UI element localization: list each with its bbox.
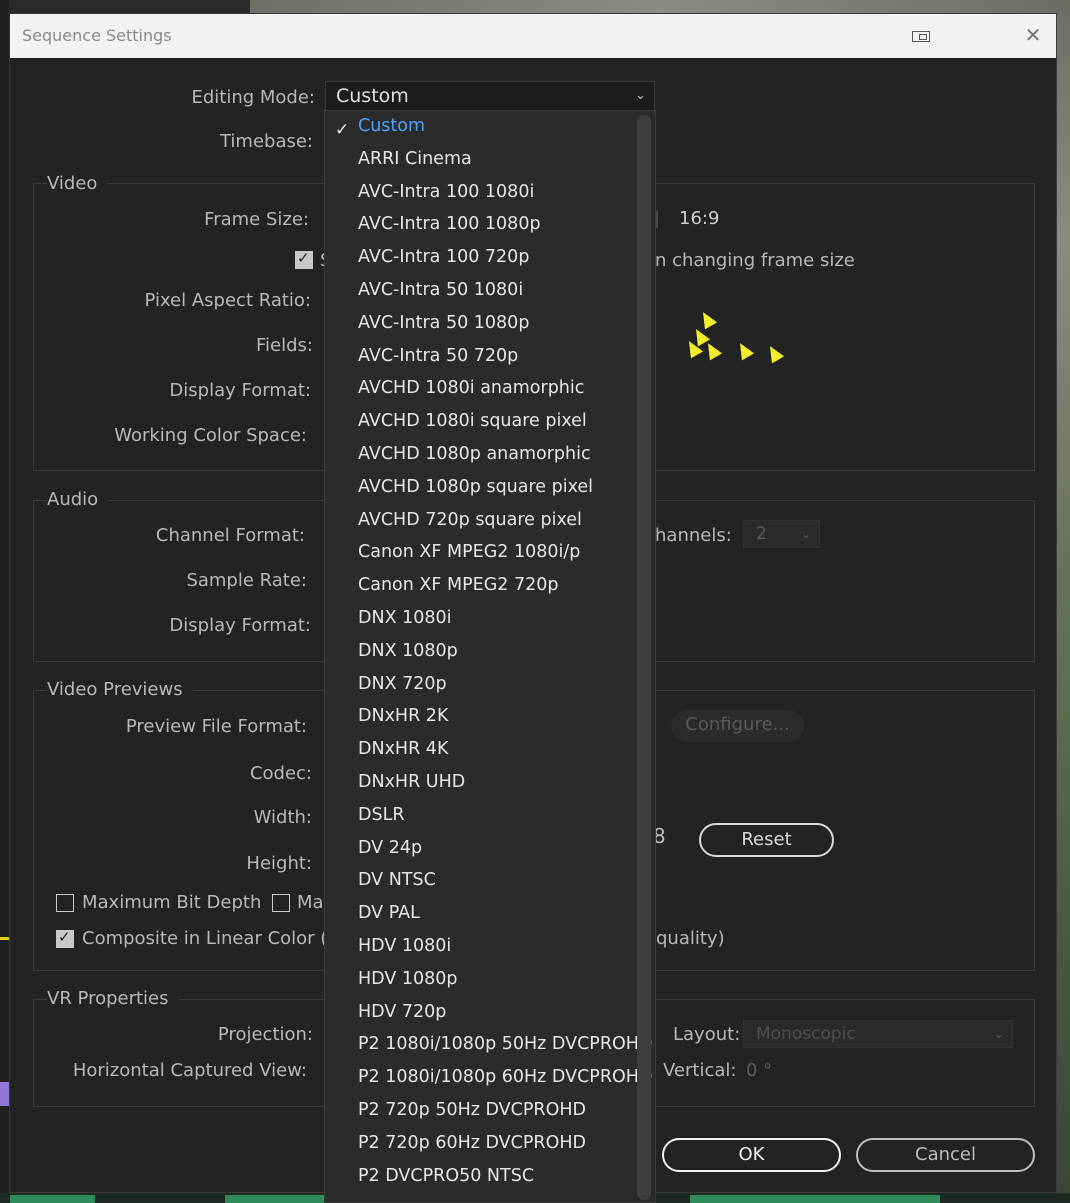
dropdown-item[interactable]: AVC-Intra 100 1080i <box>358 182 534 202</box>
aspect-ratio-value: 16:9 <box>679 208 720 229</box>
dropdown-item[interactable]: DNxHR 2K <box>358 706 448 726</box>
codec-label: Codec: <box>249 763 312 784</box>
dropdown-item[interactable]: HDV 1080p <box>358 969 458 989</box>
layout-select[interactable]: Monoscopic ⌄ <box>743 1020 1013 1048</box>
horizontal-captured-view-label: Horizontal Captured View: <box>72 1060 307 1081</box>
composite-linear-color-checkbox[interactable] <box>56 928 74 948</box>
maximum-render-quality-checkbox[interactable] <box>272 894 290 912</box>
chevron-down-icon: ⌄ <box>993 1027 1004 1041</box>
pixel-aspect-ratio-label: Pixel Aspect Ratio: <box>144 290 312 311</box>
width-label: Width: <box>253 807 312 828</box>
preview-file-format-label: Preview File Format: <box>125 716 307 737</box>
video-previews-title: Video Previews <box>47 679 193 700</box>
dropdown-item[interactable]: DV PAL <box>358 903 420 923</box>
dropdown-item[interactable]: AVCHD 720p square pixel <box>358 510 582 530</box>
reset-button[interactable]: Reset <box>699 823 834 857</box>
sample-rate-label: Sample Rate: <box>186 570 307 591</box>
frame-size-label: Frame Size: <box>204 209 309 230</box>
dropdown-item[interactable]: AVC-Intra 50 1080p <box>358 313 529 333</box>
dropdown-item[interactable]: AVC-Intra 100 720p <box>358 247 529 267</box>
dropdown-item[interactable]: DNX 1080i <box>358 608 452 628</box>
channels-select[interactable]: 2 ⌄ <box>743 520 820 548</box>
editing-mode-dropdown-list[interactable]: ✓ Custom ARRI Cinema AVC-Intra 100 1080i AV… <box>324 110 656 1203</box>
display-format-label: Display Format: <box>169 380 311 401</box>
projection-label: Projection: <box>217 1024 313 1045</box>
dropdown-item[interactable]: DV NTSC <box>358 870 436 890</box>
dropdown-item[interactable]: DNX 1080p <box>358 641 458 661</box>
composite-linear-color-label: Composite in Linear Color (re <box>82 928 346 949</box>
dialog-title: Sequence Settings <box>22 26 172 45</box>
dropdown-item[interactable]: P2 DVCPRO50 NTSC <box>358 1166 534 1186</box>
timeline-clip <box>690 1195 940 1203</box>
dropdown-item[interactable]: P2 1080i/1080p 50Hz DVCPROHD <box>358 1034 652 1054</box>
playhead-marker <box>0 937 9 940</box>
dropdown-item[interactable]: DSLR <box>358 805 405 825</box>
audio-group-title: Audio <box>47 489 109 510</box>
maximum-bit-depth-label: Maximum Bit Depth <box>82 892 262 913</box>
chevron-down-icon: ⌄ <box>800 527 811 541</box>
channel-format-label: Channel Format: <box>155 525 305 546</box>
dropdown-item[interactable]: ARRI Cinema <box>358 149 472 169</box>
editing-mode-value: Custom <box>336 85 409 107</box>
maximum-render-quality-label-partial: Ma <box>297 892 324 913</box>
dropdown-item[interactable]: AVCHD 1080i anamorphic <box>358 378 584 398</box>
ok-button[interactable]: OK <box>662 1138 841 1172</box>
snap-layout-icon[interactable] <box>908 22 934 48</box>
channels-label: hannels: <box>655 525 732 546</box>
dropdown-item[interactable]: DV 24p <box>358 838 422 858</box>
working-color-space-label: Working Color Space: <box>114 425 307 446</box>
dropdown-item[interactable]: Canon XF MPEG2 720p <box>358 575 559 595</box>
dropdown-item[interactable]: DNX 720p <box>358 674 447 694</box>
dropdown-item[interactable]: HDV 720p <box>358 1002 446 1022</box>
editing-mode-select[interactable]: Custom ⌄ <box>325 81 655 111</box>
cancel-button[interactable]: Cancel <box>856 1138 1035 1172</box>
configure-button[interactable]: Configure... <box>671 710 804 742</box>
dropdown-item[interactable]: AVC-Intra 50 1080i <box>358 280 523 300</box>
dropdown-item[interactable]: Custom <box>358 116 425 136</box>
dropdown-item[interactable]: DNxHR UHD <box>358 772 465 792</box>
dropdown-item[interactable]: P2 720p 60Hz DVCPROHD <box>358 1133 586 1153</box>
maximum-bit-depth-checkbox[interactable] <box>56 894 74 912</box>
composite-quality-tail: quality) <box>656 928 725 949</box>
dropdown-item[interactable]: P2 720p 50Hz DVCPROHD <box>358 1100 586 1120</box>
dropdown-item[interactable]: AVC-Intra 50 720p <box>358 346 518 366</box>
chevron-down-icon: ⌄ <box>635 88 646 103</box>
layout-value: Monoscopic <box>756 1024 856 1044</box>
scale-checkbox[interactable] <box>295 249 313 269</box>
dropdown-item[interactable]: AVC-Intra 100 1080p <box>358 214 541 234</box>
dropdown-item[interactable]: AVCHD 1080p square pixel <box>358 477 593 497</box>
dropdown-item[interactable]: Canon XF MPEG2 1080i/p <box>358 542 580 562</box>
title-bar[interactable]: Sequence Settings ✕ <box>10 14 1056 58</box>
close-icon[interactable]: ✕ <box>1020 22 1046 48</box>
vertical-label: Vertical: <box>663 1060 737 1081</box>
timeline-clip <box>10 1195 95 1203</box>
vr-properties-title: VR Properties <box>47 988 179 1009</box>
video-group-title: Video <box>47 173 108 194</box>
vertical-value: 0 ° <box>746 1060 773 1081</box>
timebase-label: Timebase: <box>219 131 313 152</box>
audio-display-format-label: Display Format: <box>169 615 311 636</box>
dropdown-item[interactable]: AVCHD 1080p anamorphic <box>358 444 591 464</box>
channels-value: 2 <box>756 524 767 544</box>
track-marker <box>0 1082 9 1106</box>
dropdown-scrollbar[interactable] <box>637 115 651 1200</box>
dropdown-item[interactable]: HDV 1080i <box>358 936 451 956</box>
desktop-background-top <box>250 0 1070 14</box>
layout-label: Layout: <box>673 1024 741 1045</box>
dropdown-item[interactable]: P2 1080i/1080p 60Hz DVCPROHD <box>358 1067 652 1087</box>
checkmark-icon: ✓ <box>335 120 350 140</box>
fields-label: Fields: <box>256 335 313 356</box>
scale-label-tail: n changing frame size <box>655 250 855 271</box>
editing-mode-label: Editing Mode: <box>191 87 315 108</box>
desktop-background-left <box>0 0 9 1203</box>
height-label: Height: <box>246 853 312 874</box>
dropdown-item[interactable]: AVCHD 1080i square pixel <box>358 411 587 431</box>
desktop-background-right <box>1056 0 1070 1203</box>
dropdown-item[interactable]: DNxHR 4K <box>358 739 448 759</box>
timeline-clip <box>225 1195 325 1203</box>
